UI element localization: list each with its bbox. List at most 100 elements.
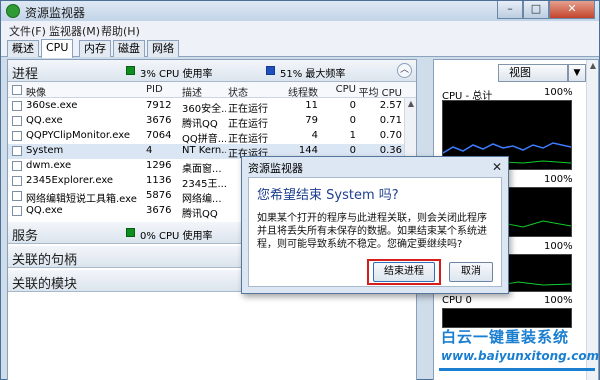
- cell-desc: 桌面窗...: [182, 164, 222, 175]
- row-checkbox[interactable]: [12, 206, 22, 216]
- dialog-close-icon[interactable]: ✕: [490, 160, 504, 174]
- column-image[interactable]: 映像: [26, 84, 46, 99]
- cell-image: QQPYClipMonitor.exe: [26, 130, 131, 141]
- cpu-usage-indicator-icon: [126, 66, 135, 75]
- cell-threads: 4: [311, 130, 318, 141]
- cell-threads: 79: [305, 115, 318, 126]
- cell-avg-cpu: 0.71: [379, 115, 402, 126]
- graph-scroll-up-icon[interactable]: ▲: [588, 61, 598, 71]
- column-pid[interactable]: PID: [146, 84, 163, 95]
- cpu-usage-text: 3% CPU 使用率: [140, 69, 213, 80]
- end-process-dialog: 资源监视器 ✕ 您希望结束 System 吗? 如果某个打开的程序与此进程关联，…: [241, 156, 509, 294]
- graph2-max: 100%: [544, 174, 573, 185]
- max-frequency-indicator-icon: [266, 66, 275, 75]
- minimize-button[interactable]: –: [497, 1, 523, 19]
- dialog-body: 您希望结束 System 吗? 如果某个打开的程序与此进程关联，则会关闭此程序并…: [248, 177, 502, 287]
- cell-desc: 腾讯QQ: [182, 119, 218, 130]
- scroll-up-icon[interactable]: ▲: [406, 99, 416, 109]
- maximize-button[interactable]: □: [523, 1, 549, 19]
- processes-title: 进程: [12, 67, 39, 82]
- cell-threads: 144: [298, 145, 318, 156]
- menu-bar: 文件(F) 监视器(M) 帮助(H): [1, 21, 599, 39]
- menu-help[interactable]: 帮助(H): [101, 23, 140, 39]
- cell-pid: 7912: [146, 100, 172, 111]
- table-row[interactable]: 360se.exe 7912 360安全... 正在运行 11 0 2.57: [8, 99, 404, 115]
- column-status[interactable]: 状态: [228, 84, 248, 99]
- collapse-processes-icon[interactable]: ︿: [397, 63, 412, 78]
- dialog-heading: 您希望结束 System 吗?: [257, 188, 399, 203]
- resource-monitor-icon: [6, 4, 20, 18]
- tab-cpu[interactable]: CPU: [41, 39, 74, 58]
- table-row[interactable]: QQ.exe 3676 腾讯QQ 正在运行 79 0 0.71: [8, 114, 404, 130]
- cell-image: QQ.exe: [26, 205, 63, 216]
- watermark-underline: [439, 368, 595, 371]
- cell-status: 正在运行: [228, 104, 268, 115]
- row-checkbox[interactable]: [12, 101, 22, 111]
- row-checkbox[interactable]: [12, 116, 22, 126]
- services-cpu-indicator-icon: [126, 228, 135, 237]
- cell-image: System: [26, 145, 64, 156]
- cell-image: 网络编辑短说工具箱.exe: [26, 194, 137, 205]
- dialog-message: 如果某个打开的程序与此进程关联，则会关闭此程序并且将丢失所有未保存的数据。如果结…: [257, 213, 487, 250]
- cell-cpu: 0: [349, 100, 356, 111]
- cell-pid: 1296: [146, 160, 172, 171]
- watermark-title: 白云一键重装系统: [441, 328, 570, 346]
- close-button[interactable]: ✕: [549, 1, 595, 19]
- cancel-button[interactable]: 取消: [449, 262, 493, 282]
- cell-image: 360se.exe: [26, 100, 78, 111]
- cell-status: 正在运行: [228, 134, 268, 145]
- row-checkbox[interactable]: [12, 191, 22, 201]
- column-avg-cpu[interactable]: 平均 CPU: [356, 84, 402, 99]
- tab-bar: 概述 CPU 内存 磁盘 网络: [1, 39, 599, 58]
- title-bar[interactable]: 资源监视器 – □ ✕: [1, 1, 599, 21]
- window-title: 资源监视器: [25, 6, 86, 20]
- column-cpu[interactable]: CPU: [326, 84, 356, 95]
- services-cpu-usage: 0% CPU 使用率: [140, 231, 213, 242]
- view-dropdown-icon[interactable]: ▼: [568, 64, 586, 82]
- cell-avg-cpu: 2.57: [379, 100, 402, 111]
- row-checkbox[interactable]: [12, 131, 22, 141]
- process-table-header: 映像 PID 描述 状态 线程数 CPU 平均 CPU: [8, 82, 416, 99]
- tab-overview[interactable]: 概述: [7, 40, 39, 57]
- cell-desc: 网络编...: [182, 194, 222, 205]
- cpu0-label: CPU 0: [442, 295, 472, 306]
- graph3-max: 100%: [544, 241, 573, 252]
- modules-title: 关联的模块: [12, 277, 78, 292]
- cell-desc: QQ拼音...: [182, 134, 226, 145]
- cell-desc: 360安全...: [182, 104, 226, 115]
- column-threads[interactable]: 线程数: [278, 84, 318, 99]
- cell-pid: 4: [146, 145, 153, 156]
- menu-file[interactable]: 文件(F): [9, 23, 46, 39]
- watermark-url: www.baiyunxitong.com: [441, 349, 600, 363]
- select-all-checkbox[interactable]: [12, 85, 22, 95]
- view-button[interactable]: 视图: [498, 64, 568, 82]
- row-checkbox[interactable]: [12, 146, 22, 156]
- cell-image: 2345Explorer.exe: [26, 175, 114, 186]
- table-row[interactable]: QQPYClipMonitor.exe 7064 QQ拼音... 正在运行 4 …: [8, 129, 404, 145]
- menu-monitor[interactable]: 监视器(M): [49, 23, 100, 39]
- tab-disk[interactable]: 磁盘: [113, 40, 145, 57]
- dialog-title: 资源监视器: [248, 162, 303, 175]
- max-frequency-text: 51% 最大频率: [280, 69, 346, 80]
- row-checkbox[interactable]: [12, 161, 22, 171]
- cell-status: 正在运行: [228, 119, 268, 130]
- row-checkbox[interactable]: [12, 176, 22, 186]
- resource-monitor-window: 资源监视器 – □ ✕ 文件(F) 监视器(M) 帮助(H) 概述 CPU 内存…: [0, 0, 600, 380]
- cell-image: QQ.exe: [26, 115, 63, 126]
- handles-title: 关联的句柄: [12, 253, 78, 268]
- tab-memory[interactable]: 内存: [79, 40, 111, 57]
- processes-header[interactable]: 进程 3% CPU 使用率 51% 最大频率 ︿: [8, 60, 416, 82]
- cell-cpu: 0: [349, 115, 356, 126]
- cpu0-max: 100%: [544, 295, 573, 306]
- column-description[interactable]: 描述: [182, 84, 202, 99]
- cell-pid: 3676: [146, 205, 172, 216]
- cell-desc: 2345王...: [182, 179, 226, 190]
- tab-network[interactable]: 网络: [147, 40, 179, 57]
- end-process-button[interactable]: 结束进程: [373, 262, 435, 282]
- cell-desc: 腾讯QQ: [182, 209, 218, 220]
- cell-pid: 3676: [146, 115, 172, 126]
- cell-avg-cpu: 0.36: [379, 145, 402, 156]
- cell-cpu: 0: [349, 145, 356, 156]
- cpu-total-max: 100%: [544, 87, 573, 98]
- cell-image: dwm.exe: [26, 160, 72, 171]
